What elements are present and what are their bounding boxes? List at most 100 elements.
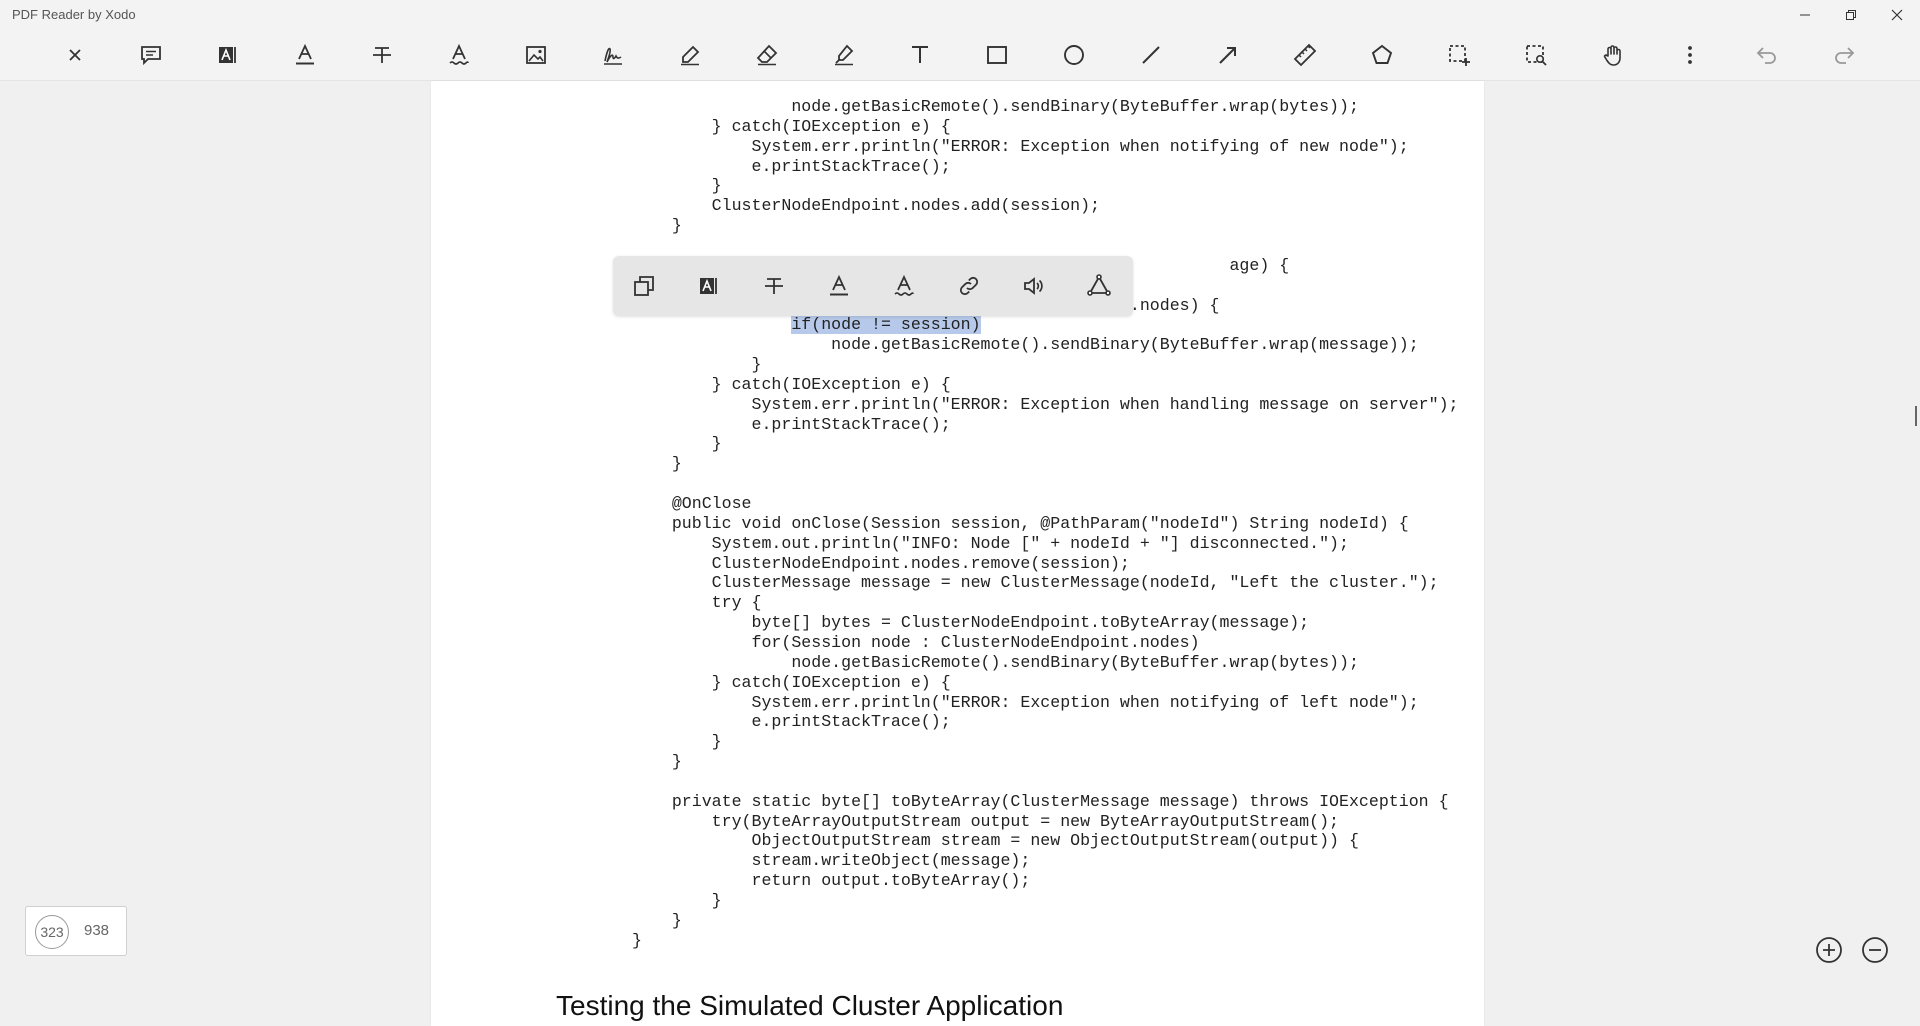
signature-icon: [604, 47, 622, 65]
code-line: if(node != session): [632, 315, 981, 335]
code-line: System.out.println("INFO: Node [" + node…: [632, 533, 1349, 553]
document-viewer[interactable]: node.getBasicRemote().sendBinary(ByteBuf…: [0, 81, 1920, 1026]
rectangle-icon: [987, 46, 1007, 64]
text-box-icon: [912, 46, 928, 63]
comment-icon: [141, 46, 161, 66]
underline-tool-button[interactable]: [289, 39, 321, 71]
text-squiggly-icon: [449, 43, 469, 65]
text-underline-icon: [296, 43, 314, 65]
close-toolbar-button[interactable]: [59, 39, 91, 71]
code-line: public void onClose(Session session, @Pa…: [632, 513, 1409, 533]
pan-hand-icon: [1603, 45, 1621, 66]
code-line: }: [632, 355, 762, 375]
copy-icon: [634, 276, 654, 296]
strikeout-button[interactable]: [758, 270, 790, 302]
strikeout-tool-button[interactable]: [366, 39, 398, 71]
page-indicator[interactable]: 323 938: [25, 906, 127, 956]
highlight-tool-button[interactable]: [212, 39, 244, 71]
zoom-in-button[interactable]: [1815, 936, 1843, 964]
eraser-tool-button[interactable]: [751, 39, 783, 71]
code-line: try {: [632, 593, 762, 613]
pan-tool-button[interactable]: [1597, 39, 1629, 71]
pen-tool-button[interactable]: [674, 39, 706, 71]
code-line: System.err.println("ERROR: Exception whe…: [632, 394, 1459, 414]
section-heading: Testing the Simulated Cluster Applicatio…: [556, 990, 1064, 1021]
read-aloud-icon: [1024, 277, 1043, 295]
code-line: ClusterMessage message = new ClusterMess…: [632, 573, 1439, 593]
code-line: }: [632, 434, 722, 454]
code-line: for(Session node : ClusterNodeEndpoint.n…: [632, 632, 1200, 652]
highlight-icon: [700, 278, 717, 294]
code-line: node.getBasicRemote().sendBinary(ByteBuf…: [632, 335, 1419, 355]
code-line: byte[] bytes = ClusterNodeEndpoint.toByt…: [632, 613, 1310, 633]
zoom-out-icon: [1862, 937, 1888, 963]
line-tool-button[interactable]: [1135, 39, 1167, 71]
title-bar: PDF Reader by Xodo: [0, 0, 1920, 30]
code-line: e.printStackTrace();: [632, 156, 951, 176]
highlighter-icon: [835, 44, 854, 66]
code-line: System.err.println("ERROR: Exception whe…: [632, 136, 1409, 156]
highlighter-tool-button[interactable]: [828, 39, 860, 71]
vertical-scrollbar[interactable]: [1915, 406, 1917, 426]
restore-button[interactable]: [1828, 0, 1874, 30]
selected-text[interactable]: if(node != session): [791, 315, 981, 335]
text-box-tool-button[interactable]: [904, 39, 936, 71]
text-strikeout-icon: [373, 47, 391, 63]
code-line: }: [632, 910, 682, 930]
minimize-button[interactable]: [1782, 0, 1828, 30]
more-options-button[interactable]: [1674, 39, 1706, 71]
code-line: }: [632, 891, 722, 910]
code-line: } catch(IOException e) {: [632, 116, 951, 136]
area-select-tool-button[interactable]: [1443, 39, 1475, 71]
strikeout-icon: [765, 278, 783, 294]
current-page-number[interactable]: 323: [35, 915, 69, 949]
code-line: ClusterNodeEndpoint.nodes.remove(session…: [632, 553, 1130, 573]
polygon-tool-button[interactable]: [1366, 39, 1398, 71]
code-line: node.getBasicRemote().sendBinary(ByteBuf…: [632, 652, 1359, 672]
squiggly-button[interactable]: [888, 270, 920, 302]
eraser-icon: [756, 44, 778, 66]
polygon-icon: [1371, 44, 1393, 64]
arrow-tool-button[interactable]: [1212, 39, 1244, 71]
text-highlight-icon: [219, 47, 236, 63]
read-aloud-button[interactable]: [1018, 270, 1050, 302]
close-window-button[interactable]: [1874, 0, 1920, 30]
line-icon: [1142, 46, 1160, 64]
code-line: return output.toByteArray();: [632, 871, 1031, 891]
undo-button[interactable]: [1751, 39, 1783, 71]
zoom-select-icon: [1526, 45, 1547, 66]
code-line: ClusterNodeEndpoint.nodes.add(session);: [632, 196, 1101, 216]
undo-icon: [1756, 47, 1776, 64]
app-title: PDF Reader by Xodo: [12, 7, 136, 22]
ruler-tool-button[interactable]: [1289, 39, 1321, 71]
squiggly-tool-button[interactable]: [443, 39, 475, 71]
code-line: e.printStackTrace();: [632, 712, 951, 732]
rectangle-tool-button[interactable]: [981, 39, 1013, 71]
more-icon: [1688, 46, 1692, 64]
code-line: }: [632, 176, 722, 196]
code-line: }: [632, 930, 642, 950]
code-line: } catch(IOException e) {: [632, 672, 951, 692]
zoom-out-button[interactable]: [1861, 936, 1889, 964]
comment-tool-button[interactable]: [135, 39, 167, 71]
ellipse-tool-button[interactable]: [1058, 39, 1090, 71]
search-web-button[interactable]: [1083, 270, 1115, 302]
zoom-select-tool-button[interactable]: [1520, 39, 1552, 71]
underline-button[interactable]: [823, 270, 855, 302]
code-line: stream.writeObject(message);: [632, 851, 1031, 871]
signature-tool-button[interactable]: [597, 39, 629, 71]
image-icon: [526, 46, 546, 64]
highlight-button[interactable]: [693, 270, 725, 302]
code-line: node.getBasicRemote().sendBinary(ByteBuf…: [632, 97, 1359, 116]
copy-button[interactable]: [628, 270, 660, 302]
code-line: } catch(IOException e) {: [632, 374, 951, 394]
link-icon: [959, 276, 979, 296]
link-button[interactable]: [953, 270, 985, 302]
image-tool-button[interactable]: [520, 39, 552, 71]
pdf-page[interactable]: node.getBasicRemote().sendBinary(ByteBuf…: [431, 81, 1484, 1026]
area-select-icon: [1449, 45, 1470, 66]
redo-button[interactable]: [1828, 39, 1860, 71]
code-line: private static byte[] toByteArray(Cluste…: [632, 791, 1449, 811]
squiggly-icon: [894, 274, 914, 296]
close-icon: [69, 49, 81, 61]
